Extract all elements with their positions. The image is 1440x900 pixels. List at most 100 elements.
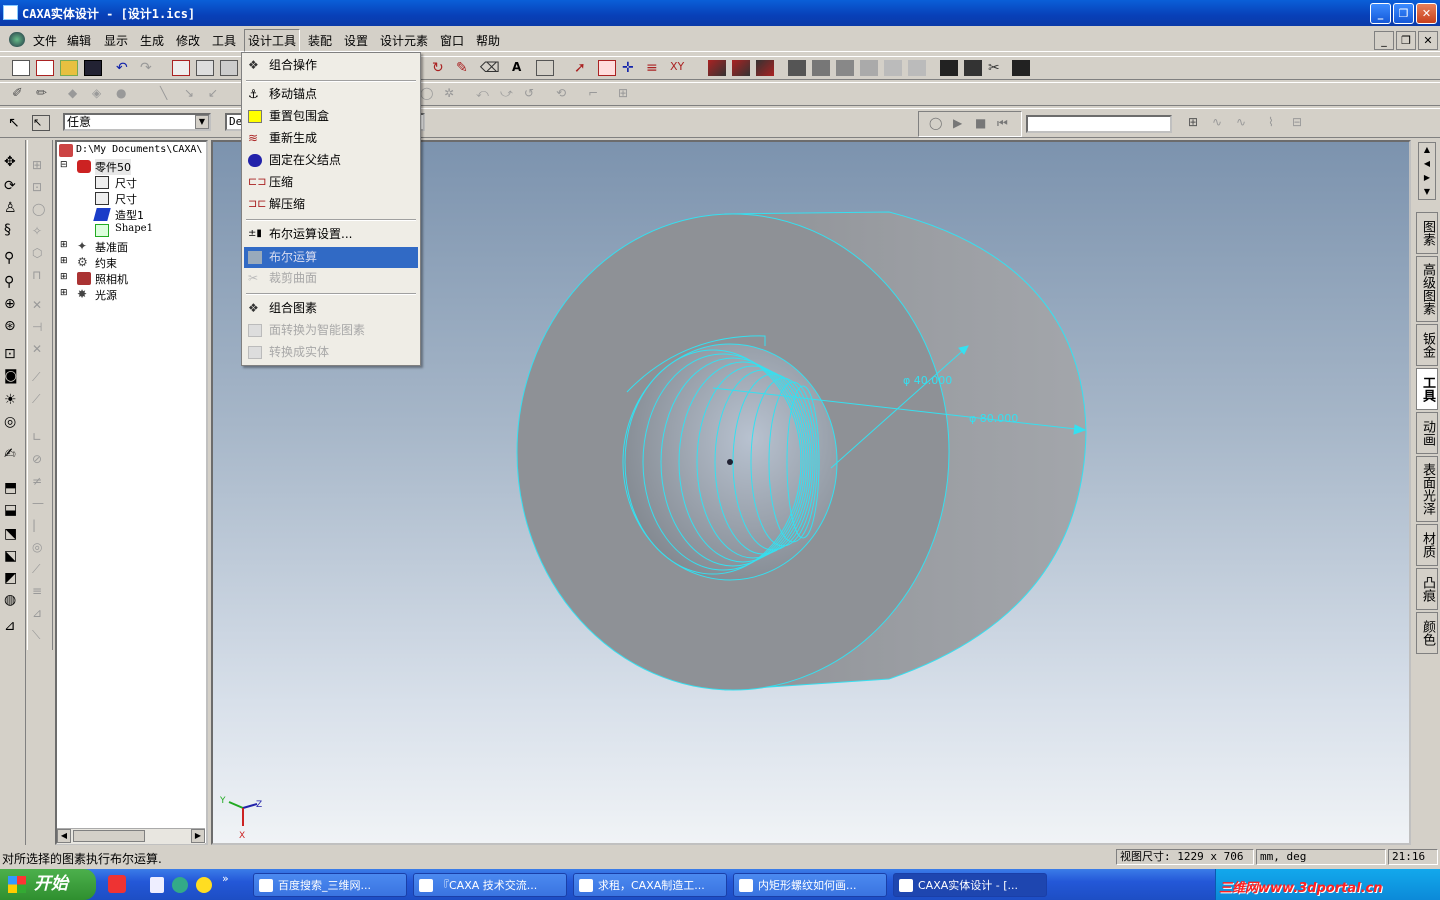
- select-box-icon[interactable]: ↖: [32, 115, 50, 131]
- tab-animation[interactable]: 动画: [1416, 412, 1438, 454]
- pen-icon[interactable]: ✏: [36, 86, 54, 102]
- menu-tools[interactable]: 工具: [212, 32, 236, 49]
- dim-small-label[interactable]: φ 40.000: [903, 374, 952, 387]
- tab-colors[interactable]: 颜色: [1416, 612, 1438, 654]
- menu-assembly[interactable]: 装配: [308, 32, 332, 49]
- menu-item-boolean-settings[interactable]: ±▮ 布尔运算设置...: [244, 224, 418, 245]
- camera-b-icon[interactable]: [964, 60, 982, 76]
- tool-b-icon[interactable]: [196, 60, 214, 76]
- pan-icon[interactable]: ✥: [4, 154, 22, 170]
- menu-view[interactable]: 显示: [104, 32, 128, 49]
- dim-large-label[interactable]: φ 80.000: [969, 412, 1018, 425]
- close-button[interactable]: ✕: [1416, 3, 1437, 24]
- task-rent[interactable]: 求租，CAXA制造工...: [573, 873, 727, 897]
- quicklaunch-c-icon[interactable]: [172, 877, 188, 893]
- section-tool-icon[interactable]: ≡: [646, 60, 664, 76]
- walk-icon[interactable]: ♙: [4, 200, 22, 216]
- menu-settings[interactable]: 设置: [344, 32, 368, 49]
- new-drawing-icon[interactable]: [36, 60, 54, 76]
- menu-modify[interactable]: 修改: [176, 32, 200, 49]
- scroll-thumb[interactable]: [73, 830, 145, 842]
- undo-icon[interactable]: ↶: [116, 60, 134, 76]
- start-button[interactable]: 开始: [0, 869, 96, 900]
- menu-file[interactable]: 文件: [33, 32, 57, 49]
- menu-help[interactable]: 帮助: [476, 32, 500, 49]
- anchor-point[interactable]: [727, 459, 733, 465]
- tree-root[interactable]: D:\My Documents\CAXA\: [76, 144, 202, 155]
- view-c-icon[interactable]: ⊡: [4, 346, 22, 362]
- rotate-tool-icon[interactable]: ↻: [432, 60, 450, 76]
- doc-icon[interactable]: [9, 32, 25, 47]
- menu-item-boolean[interactable]: 布尔运算: [244, 247, 418, 268]
- arrow-tool-icon[interactable]: ➚: [574, 60, 592, 76]
- loft-icon[interactable]: ⬕: [4, 548, 22, 564]
- tree-hscrollbar[interactable]: ◀ ▶: [57, 828, 205, 844]
- quicklaunch-more-icon[interactable]: »: [222, 872, 229, 885]
- tab-scroll-buttons[interactable]: ▲ ◀ ▶ ▼: [1418, 142, 1436, 200]
- move-tool-icon[interactable]: ✛: [622, 60, 640, 76]
- menu-item-combine-ops[interactable]: ❖ 组合操作: [244, 55, 418, 76]
- anim-slider[interactable]: [1026, 115, 1172, 133]
- menu-item-trim-surface[interactable]: ✂ 裁剪曲面: [244, 268, 418, 289]
- zoom-window-icon[interactable]: ⚲: [4, 274, 22, 290]
- new-icon[interactable]: [12, 60, 30, 76]
- solid-tool-b-icon[interactable]: [732, 60, 750, 76]
- key-a-icon[interactable]: ⊞: [1188, 115, 1206, 131]
- tree-cameras[interactable]: 照相机: [95, 271, 128, 287]
- tree-dim-2[interactable]: 尺寸: [115, 191, 137, 207]
- menu-item-unsuppress[interactable]: ⊐⊏ 解压缩: [244, 194, 418, 215]
- tree-planes[interactable]: 基准面: [95, 239, 128, 255]
- mdi-close-button[interactable]: ✕: [1418, 31, 1438, 50]
- task-thread[interactable]: 内矩形螺纹如何画...: [733, 873, 887, 897]
- menu-item-face-to-smart[interactable]: 面转换为智能图素: [244, 320, 418, 341]
- camera-a-icon[interactable]: [940, 60, 958, 76]
- xy-tool-icon[interactable]: XY: [670, 60, 688, 76]
- record-icon[interactable]: ◯: [929, 116, 942, 130]
- rewind-icon[interactable]: ⏮: [997, 116, 1008, 131]
- view-b-icon[interactable]: ⊛: [4, 318, 22, 334]
- tab-sheet-metal[interactable]: 钣金: [1416, 324, 1438, 366]
- image-tool-icon[interactable]: [536, 60, 554, 76]
- eyedropper-icon[interactable]: ✐: [12, 86, 30, 102]
- stop-icon[interactable]: ■: [975, 116, 986, 130]
- render-b-icon[interactable]: [812, 60, 830, 76]
- solid-tool-c-icon[interactable]: [756, 60, 774, 76]
- mdi-restore-button[interactable]: ❐: [1396, 31, 1416, 50]
- render-f-icon[interactable]: [908, 60, 926, 76]
- tab-tools[interactable]: 工具: [1416, 368, 1438, 410]
- measure-icon[interactable]: ⊿: [4, 618, 22, 634]
- spin-icon[interactable]: §: [4, 222, 22, 238]
- face-tool-icon[interactable]: [598, 60, 616, 76]
- menu-item-suppress[interactable]: ⊏⊐ 压缩: [244, 172, 418, 193]
- app-icon[interactable]: [3, 5, 18, 20]
- menu-item-fix-to-parent[interactable]: 固定在父结点: [244, 150, 418, 171]
- task-baidu[interactable]: 百度搜索_三维网...: [253, 873, 407, 897]
- orbit-icon[interactable]: ⟳: [4, 178, 22, 194]
- edit-icon[interactable]: ✍: [4, 446, 22, 462]
- menu-design-tools[interactable]: 设计工具: [244, 29, 301, 52]
- menu-item-reset-bbox[interactable]: 重置包围盒: [244, 106, 418, 127]
- quicklaunch-b-icon[interactable]: [150, 877, 164, 893]
- design-tree[interactable]: D:\My Documents\CAXA\ ⊟ 零件50 尺寸 尺寸 造型1 S…: [55, 140, 208, 845]
- view-a-icon[interactable]: ⊕: [4, 296, 22, 312]
- tab-advanced-primitives[interactable]: 高级图素: [1416, 256, 1438, 322]
- expand-icon[interactable]: ⊞: [60, 256, 68, 266]
- tool-a-icon[interactable]: [172, 60, 190, 76]
- select-arrow-icon[interactable]: ↖: [8, 115, 26, 131]
- menu-design-elements[interactable]: 设计元素: [380, 32, 428, 49]
- task-caxa-design[interactable]: CAXA实体设计 - [...: [893, 873, 1047, 897]
- menu-item-combine-shapes[interactable]: ❖ 组合图素: [244, 298, 418, 319]
- menu-item-convert-solid[interactable]: 转换成实体: [244, 342, 418, 363]
- tab-primitives[interactable]: 图素: [1416, 212, 1438, 254]
- cube-icon[interactable]: [1012, 60, 1030, 76]
- tree-feature[interactable]: 造型1: [115, 207, 144, 223]
- minimize-button[interactable]: _: [1370, 3, 1391, 24]
- save-icon[interactable]: [84, 60, 102, 76]
- render-c-icon[interactable]: [836, 60, 854, 76]
- play-icon[interactable]: ▶: [953, 116, 962, 130]
- lens-icon[interactable]: ◎: [4, 414, 22, 430]
- sketch-tool-icon[interactable]: ✎: [456, 60, 474, 76]
- zoom-icon[interactable]: ⚲: [4, 250, 22, 266]
- menu-edit[interactable]: 编辑: [67, 32, 91, 49]
- tree-shape1[interactable]: Shape1: [115, 223, 153, 234]
